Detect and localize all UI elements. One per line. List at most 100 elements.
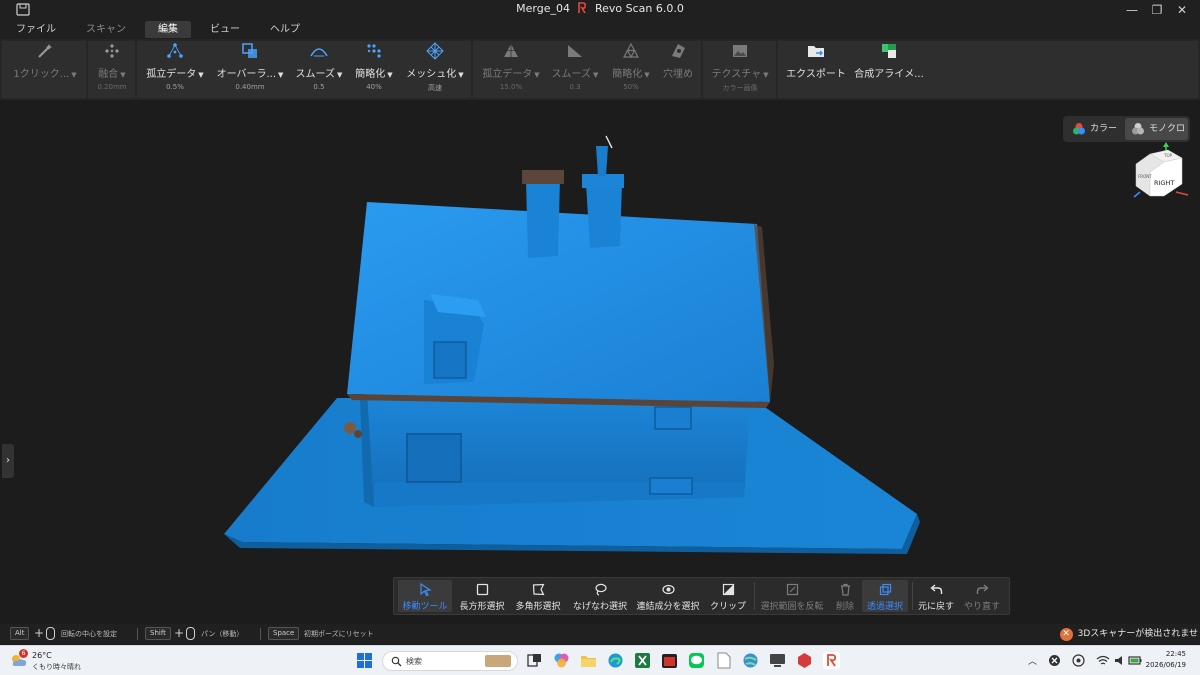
rect-select-button[interactable]: 長方形選択 <box>454 580 510 612</box>
alignment-label: 合成アライメ... <box>854 69 924 80</box>
expand-panel-button[interactable]: › <box>2 444 14 478</box>
texture-tool[interactable]: テクスチャ ▼ カラー画像 <box>708 42 772 93</box>
mesh-tool[interactable]: メッシュ化 ▼ 高速 <box>404 42 466 93</box>
invert-selection-icon <box>786 583 798 596</box>
invert-selection-button[interactable]: 選択範囲を反転 <box>758 580 826 612</box>
delete-button[interactable]: 削除 <box>828 580 862 612</box>
mesh-icon <box>426 42 444 60</box>
monitor-app-icon[interactable] <box>769 652 786 669</box>
export-button[interactable]: エクスポート <box>786 42 846 80</box>
one-click-tool[interactable]: 1クリック... ▼ <box>8 42 82 80</box>
composite-alignment-button[interactable]: 合成アライメ... <box>854 42 924 80</box>
redo-label: やり直す <box>963 602 1000 612</box>
scanner-notice[interactable]: ✕ 3Dスキャナーが検出されませ <box>1059 626 1198 642</box>
delete-label: 削除 <box>835 602 854 612</box>
mesh-smooth-icon <box>568 45 582 57</box>
calendar-app-icon[interactable] <box>661 652 678 669</box>
lasso-select-button[interactable]: なげなわ選択 <box>568 580 632 612</box>
simplify-value: 40% <box>366 83 382 91</box>
pan-hint: パン（移動） <box>201 630 244 638</box>
connected-select-button[interactable]: 連結成分を選択 <box>634 580 702 612</box>
mono-mode-button[interactable]: モノクロ <box>1125 118 1188 140</box>
lasso-icon <box>594 583 607 596</box>
document-icon[interactable] <box>715 652 732 669</box>
windows-start-icon[interactable] <box>356 652 373 669</box>
view-cube[interactable]: RIGHT TOP FRONT <box>1128 140 1190 202</box>
polygon-select-button[interactable]: 多角形選択 <box>512 580 564 612</box>
line-app-icon[interactable] <box>688 652 705 669</box>
taskbar-search[interactable]: 検索 <box>382 651 518 671</box>
simplify-tool[interactable]: 簡略化 ▼ 40% <box>352 42 396 91</box>
undo-button[interactable]: 元に戻す <box>916 580 956 612</box>
task-view-icon[interactable] <box>526 652 543 669</box>
menu-help[interactable]: ヘルプ <box>262 21 308 38</box>
redo-arrow-icon <box>976 584 989 594</box>
chimney-right <box>586 182 622 248</box>
speaker-icon[interactable] <box>1114 654 1127 667</box>
mesh-isolated-tool[interactable]: 孤立データ ▼ 15.0% <box>480 42 542 91</box>
fusion-tool[interactable]: 融合 ▼ 0.20mm <box>92 42 132 91</box>
simplify-icon <box>367 44 381 58</box>
system-clock[interactable]: 22:45 2026/06/19 <box>1146 649 1186 671</box>
clock-date: 2026/06/19 <box>1145 661 1186 669</box>
revo-scan-taskbar-icon[interactable] <box>823 652 840 669</box>
menu-edit[interactable]: 編集 <box>145 21 191 38</box>
render-mode-toggle: カラー モノクロ <box>1063 116 1190 142</box>
weather-description: くもり時々晴れ <box>32 663 81 671</box>
mesh-smooth-tool[interactable]: スムーズ ▼ 0.3 <box>550 42 600 91</box>
overlap-tool[interactable]: オーバーラ... ▼ 0.40mm <box>214 42 286 91</box>
globe-app-icon[interactable] <box>742 652 759 669</box>
edge-browser-icon[interactable] <box>607 652 624 669</box>
mesh-simplify-icon <box>622 42 640 59</box>
export-folder-icon <box>808 46 824 57</box>
isolated-data-value: 0.5% <box>166 83 184 91</box>
rect-select-label: 長方形選択 <box>459 602 505 612</box>
move-tool-button[interactable]: 移動ツール <box>398 580 452 612</box>
battery-icon[interactable] <box>1128 654 1142 667</box>
clip-button[interactable]: クリップ <box>706 580 750 612</box>
revo-logo-icon <box>578 2 587 14</box>
fusion-icon <box>105 44 119 58</box>
file-explorer-icon[interactable] <box>580 652 597 669</box>
mesh-simplify-label: 簡略化 <box>612 69 643 80</box>
mesh-smooth-value: 0.3 <box>569 83 581 91</box>
close-button[interactable]: ✕ <box>1162 0 1200 20</box>
fill-holes-tool[interactable]: 穴埋め <box>660 42 696 80</box>
tray-app-icon[interactable] <box>1048 654 1061 667</box>
palette-divider <box>912 582 913 610</box>
red-app-icon[interactable] <box>796 652 813 669</box>
menu-view[interactable]: ビュー <box>203 21 247 38</box>
color-mode-button[interactable]: カラー <box>1066 118 1124 140</box>
rectangle-icon <box>476 583 488 596</box>
isolated-data-tool[interactable]: 孤立データ ▼ 0.5% <box>144 42 206 91</box>
scanned-house-model[interactable] <box>2 102 1198 622</box>
3d-viewport[interactable]: › <box>2 102 1198 622</box>
wifi-icon[interactable] <box>1096 654 1110 667</box>
menu-file[interactable]: ファイル <box>10 21 62 38</box>
lasso-select-label: なげなわ選択 <box>572 602 627 612</box>
layers-icon <box>879 583 891 596</box>
menu-scan[interactable]: スキャン <box>80 21 132 38</box>
app-name: Revo Scan 6.0.0 <box>594 2 684 15</box>
weather-widget[interactable]: 6 26°C くもり時々晴れ <box>8 649 98 673</box>
cube-top-label: TOP <box>1163 153 1173 158</box>
excel-icon[interactable] <box>634 652 651 669</box>
color-circles-icon <box>1073 123 1085 135</box>
polygon-select-label: 多角形選択 <box>515 602 561 612</box>
copilot-icon[interactable] <box>553 652 570 669</box>
mesh-smooth-label: スムーズ <box>551 69 592 80</box>
eye-icon <box>661 584 675 595</box>
overlap-value: 0.40mm <box>235 83 265 91</box>
texture-image-icon <box>733 45 747 57</box>
tray-camera-icon[interactable] <box>1072 654 1085 667</box>
tray-chevron-icon[interactable]: ︿ <box>1028 654 1037 667</box>
through-select-label: 透過選択 <box>866 602 903 612</box>
mesh-simplify-tool[interactable]: 簡略化 ▼ 50% <box>608 42 654 91</box>
through-select-button[interactable]: 透過選択 <box>862 580 908 612</box>
reset-pose-hint: 初期ポーズにリセット <box>304 630 374 638</box>
noise-blob <box>354 430 362 438</box>
windows-taskbar: 6 26°C くもり時々晴れ 検索 ︿ 22:45 2026/06/19 <box>0 645 1200 675</box>
smooth-tool[interactable]: スムーズ ▼ 0.5 <box>294 42 344 91</box>
redo-button[interactable]: やり直す <box>960 580 1004 612</box>
title-bar: Merge_04 Revo Scan 6.0.0 — ❐ ✕ <box>0 0 1200 20</box>
